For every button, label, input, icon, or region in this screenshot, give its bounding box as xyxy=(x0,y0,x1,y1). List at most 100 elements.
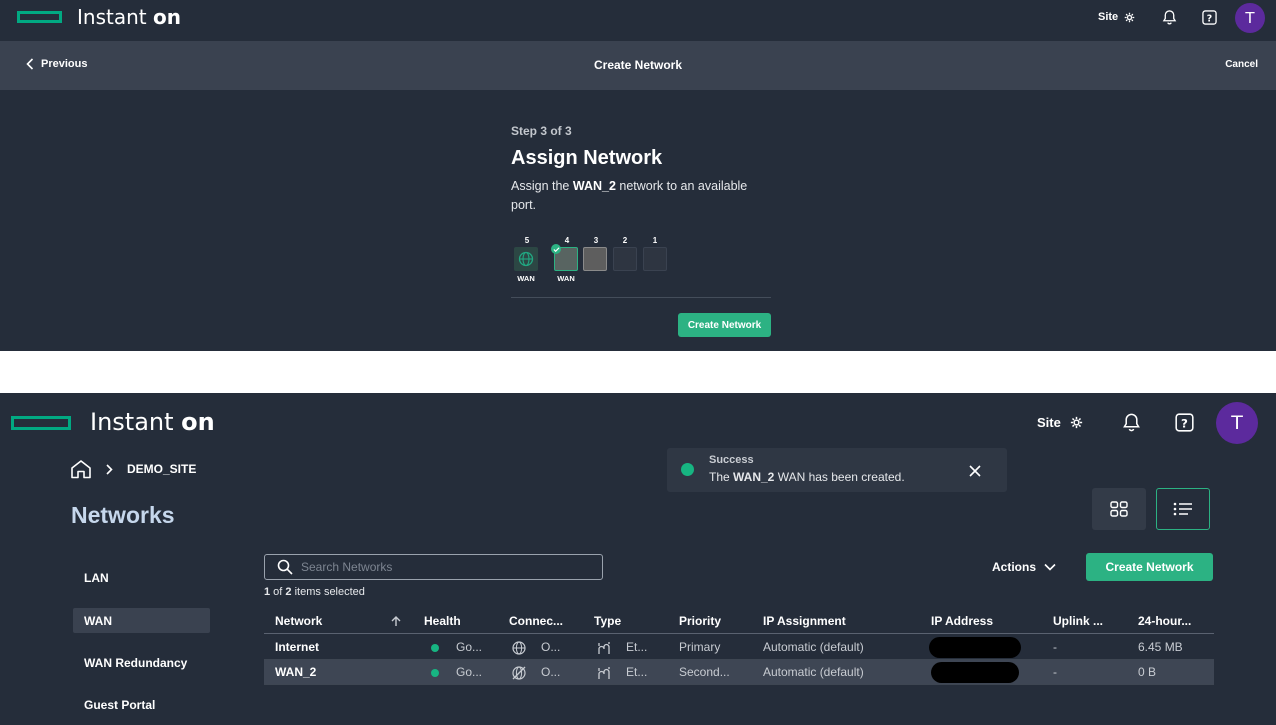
port-4-selected[interactable] xyxy=(551,244,578,271)
site-settings-link[interactable]: Site xyxy=(1037,415,1083,430)
list-icon xyxy=(1173,502,1192,516)
search-input[interactable] xyxy=(301,558,591,576)
actions-dropdown[interactable]: Actions xyxy=(992,560,1056,574)
cell-type: Et... xyxy=(626,665,648,679)
success-toast: Success The WAN_2 WAN has been created. xyxy=(667,448,1007,492)
column-ip-assignment[interactable]: IP Assignment xyxy=(763,614,846,628)
cell-uplink: - xyxy=(1053,640,1057,654)
cell-health: Go... xyxy=(456,640,483,654)
brand-prefix: Instant xyxy=(77,5,147,29)
toast-title: Success xyxy=(709,454,754,466)
help-icon[interactable]: ? xyxy=(1173,411,1195,433)
grid-view-button[interactable] xyxy=(1092,488,1146,530)
cell-network: WAN_2 xyxy=(275,665,317,679)
cell-type: Et... xyxy=(626,640,648,654)
selection-suffix: items selected xyxy=(291,586,365,598)
notifications-bell-icon[interactable] xyxy=(1120,411,1142,433)
port-2-number: 2 xyxy=(622,236,628,245)
internet-globe-icon xyxy=(512,641,526,655)
home-icon[interactable] xyxy=(70,459,92,479)
app-brand: Instant on xyxy=(77,5,181,29)
port-5-label: WAN xyxy=(517,274,535,283)
port-3-number: 3 xyxy=(593,236,599,245)
toast-msg-pre: The xyxy=(709,470,734,484)
gear-icon xyxy=(1124,12,1135,22)
cell-usage: 0 B xyxy=(1138,665,1157,679)
nav-item-wan-redundancy[interactable]: WAN Redundancy xyxy=(84,656,187,670)
svg-text:?: ? xyxy=(1181,416,1188,430)
site-label: Site xyxy=(1098,11,1119,23)
port-5[interactable] xyxy=(514,247,538,271)
site-settings-link[interactable]: Site xyxy=(1098,11,1135,23)
assign-network-heading: Assign Network xyxy=(511,147,663,169)
selection-count: 1 of 2 items selected xyxy=(264,586,365,598)
internet-globe-icon xyxy=(518,251,534,267)
nav-item-wan[interactable]: WAN xyxy=(84,614,112,628)
port-3[interactable] xyxy=(583,247,607,271)
help-icon[interactable]: ? xyxy=(1200,8,1218,26)
user-avatar[interactable]: T xyxy=(1216,402,1258,444)
actions-label: Actions xyxy=(992,560,1037,574)
cancel-button[interactable]: Cancel xyxy=(1225,59,1258,70)
ethernet-icon xyxy=(598,642,610,654)
selection-of: of xyxy=(270,586,286,598)
column-ip-address[interactable]: IP Address xyxy=(931,614,993,628)
table-row[interactable]: WAN_2 Go... O... Et... Second... Automat… xyxy=(264,660,1214,685)
wizard-header: Previous Create Network Cancel xyxy=(0,41,1276,90)
column-health[interactable]: Health xyxy=(424,614,461,628)
cell-health: Go... xyxy=(456,665,483,679)
breadcrumb-site[interactable]: DEMO_SITE xyxy=(127,462,196,476)
column-uplink[interactable]: Uplink ... xyxy=(1053,614,1103,628)
grid-icon xyxy=(1110,501,1128,517)
cell-network: Internet xyxy=(275,640,320,654)
create-network-button[interactable]: Create Network xyxy=(678,313,771,337)
column-network[interactable]: Network xyxy=(275,614,322,628)
sort-ascending-icon[interactable] xyxy=(391,616,401,627)
app-brand: Instant on xyxy=(90,408,215,436)
success-status-icon xyxy=(681,463,694,476)
toast-network-name: WAN_2 xyxy=(733,470,775,484)
cell-uplink: - xyxy=(1053,665,1057,679)
toast-message: The WAN_2 WAN has been created. xyxy=(709,470,905,484)
notifications-bell-icon[interactable] xyxy=(1160,8,1178,26)
cell-connection: O... xyxy=(541,640,561,654)
port-4-label: WAN xyxy=(557,274,575,283)
svg-text:?: ? xyxy=(1206,13,1211,24)
column-type[interactable]: Type xyxy=(594,614,621,628)
cell-ip-assignment: Automatic (default) xyxy=(763,665,864,679)
table-row[interactable]: Internet Go... O... Et... Primary Automa… xyxy=(264,635,1214,660)
port-2 xyxy=(613,247,637,271)
cell-priority: Second... xyxy=(679,665,730,679)
column-24-hour[interactable]: 24-hour... xyxy=(1138,614,1191,628)
search-icon xyxy=(277,559,293,575)
create-network-button[interactable]: Create Network xyxy=(1086,553,1213,581)
close-icon[interactable] xyxy=(969,461,981,482)
page-title: Networks xyxy=(71,502,175,528)
user-avatar[interactable]: T xyxy=(1235,3,1265,33)
app-header: Instant on Site ? T xyxy=(0,0,1276,41)
networks-page: Instant on Site ? T DEMO_SITE Networks L… xyxy=(0,393,1276,725)
step-indicator: Step 3 of 3 xyxy=(511,124,572,138)
hpe-logo xyxy=(17,11,62,23)
desc-network-name: WAN_2 xyxy=(572,179,616,193)
desc-pre: Assign the xyxy=(511,179,573,193)
list-view-button[interactable] xyxy=(1156,488,1210,530)
nav-item-guest-portal[interactable]: Guest Portal xyxy=(84,698,155,712)
port-5-number: 5 xyxy=(524,236,530,245)
port-1 xyxy=(643,247,667,271)
column-connection[interactable]: Connec... xyxy=(509,614,563,628)
breadcrumb: DEMO_SITE xyxy=(70,459,196,479)
toast-msg-post: WAN has been created. xyxy=(774,470,905,484)
gear-icon xyxy=(1070,416,1082,429)
column-priority[interactable]: Priority xyxy=(679,614,721,628)
brand-suffix: on xyxy=(152,5,181,29)
checkmark-icon xyxy=(551,244,561,254)
hpe-logo xyxy=(11,416,71,430)
table-header: Network Health Connec... Type Priority I… xyxy=(264,610,1214,634)
nav-item-lan[interactable]: LAN xyxy=(84,571,109,585)
ip-address-redacted xyxy=(931,662,1019,683)
cell-connection: O... xyxy=(541,665,561,679)
chevron-down-icon xyxy=(1044,563,1056,571)
site-label: Site xyxy=(1037,415,1061,430)
port-1-number: 1 xyxy=(652,236,658,245)
